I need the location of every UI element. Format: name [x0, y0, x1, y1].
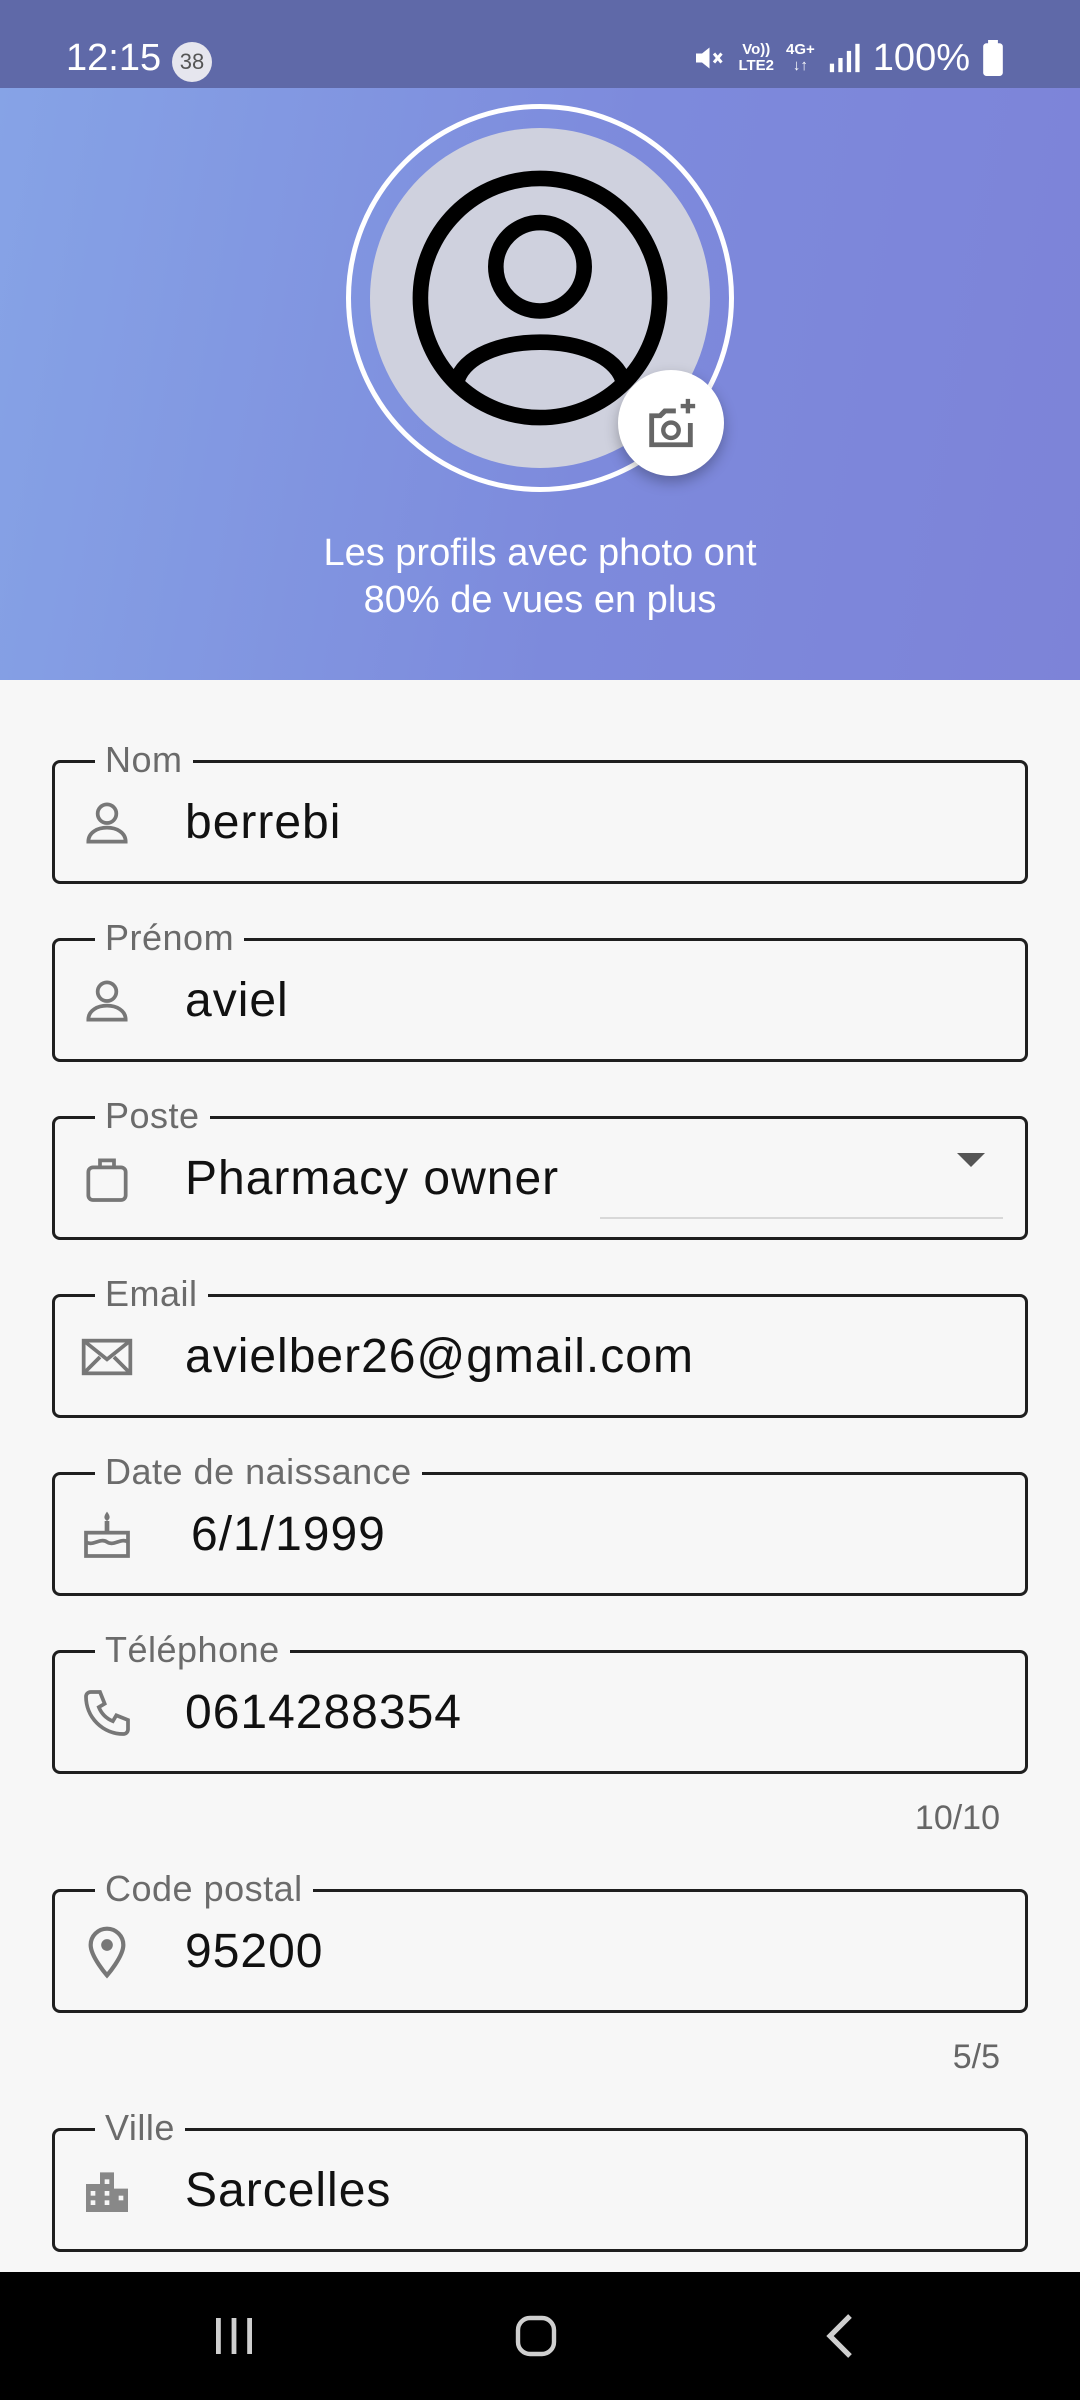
city-label: Ville [95, 2107, 185, 2149]
status-time: 12:15 [66, 37, 162, 79]
mail-icon [81, 1338, 133, 1376]
postal-code-field[interactable]: Code postal 95200 [52, 1868, 1028, 2013]
profile-header: Les profils avec photo ont 80% de vues e… [0, 88, 1080, 680]
battery-icon [983, 40, 1003, 76]
birthdate-input[interactable]: 6/1/1999 [191, 1505, 386, 1565]
location-pin-icon [88, 1926, 126, 1979]
notification-count-badge: 38 [172, 42, 212, 82]
add-photo-button[interactable] [618, 370, 724, 476]
city-input[interactable]: Sarcelles [185, 2161, 391, 2221]
birthdate-label: Date de naissance [95, 1451, 422, 1493]
phone-icon [84, 1690, 130, 1736]
prenom-input[interactable]: aviel [185, 971, 289, 1031]
cake-icon [84, 1511, 130, 1558]
poste-label: Poste [95, 1095, 210, 1137]
postal-code-char-counter: 5/5 [952, 2038, 1000, 2076]
status-icons: Vo)) LTE2 4G+ ↓↑ 100% [690, 36, 1004, 80]
person-icon [86, 802, 128, 844]
postal-code-label: Code postal [95, 1868, 313, 1910]
email-label: Email [95, 1273, 208, 1315]
signal-icon [829, 43, 860, 73]
recent-apps-button[interactable] [194, 2300, 274, 2372]
prenom-field[interactable]: Prénom aviel [52, 917, 1028, 1062]
telephone-field[interactable]: Téléphone 0614288354 [52, 1629, 1028, 1774]
city-icon [86, 2172, 128, 2212]
telephone-input[interactable]: 0614288354 [185, 1683, 462, 1743]
status-bar: 12:15 38 Vo)) LTE2 4G+ ↓↑ 100% [0, 0, 1080, 88]
dropdown-underline [600, 1217, 1003, 1219]
battery-percent: 100% [872, 37, 970, 79]
telephone-char-counter: 10/10 [914, 1799, 1000, 1837]
back-button[interactable] [800, 2300, 880, 2372]
birthdate-field[interactable]: Date de naissance 6/1/1999 [52, 1451, 1028, 1596]
recent-apps-icon [216, 2318, 252, 2354]
email-input[interactable]: avielber26@gmail.com [185, 1327, 694, 1387]
postal-code-input[interactable]: 95200 [185, 1922, 323, 1982]
poste-select[interactable]: Pharmacy owner [185, 1149, 559, 1209]
nom-field[interactable]: Nom berrebi [52, 739, 1028, 884]
email-field[interactable]: Email avielber26@gmail.com [52, 1273, 1028, 1418]
nom-input[interactable]: berrebi [185, 793, 341, 853]
telephone-label: Téléphone [95, 1629, 290, 1671]
briefcase-icon [86, 1158, 128, 1202]
city-field[interactable]: Ville Sarcelles [52, 2107, 1028, 2252]
person-icon [86, 980, 128, 1022]
data-indicator: 4G+ ↓↑ [786, 41, 815, 74]
photo-tip-text: Les profils avec photo ont 80% de vues e… [323, 532, 757, 621]
add-photo-icon [649, 398, 696, 448]
back-icon [826, 2314, 852, 2358]
mute-icon [696, 47, 724, 69]
home-icon [515, 2315, 557, 2357]
dropdown-arrow-icon[interactable] [957, 1153, 985, 1167]
nom-label: Nom [95, 739, 193, 781]
volte-indicator: Vo)) LTE2 [738, 41, 775, 74]
home-button[interactable] [496, 2300, 576, 2372]
prenom-label: Prénom [95, 917, 245, 959]
poste-field[interactable]: Poste Pharmacy owner [52, 1095, 1028, 1240]
system-nav-bar [0, 2272, 1080, 2400]
